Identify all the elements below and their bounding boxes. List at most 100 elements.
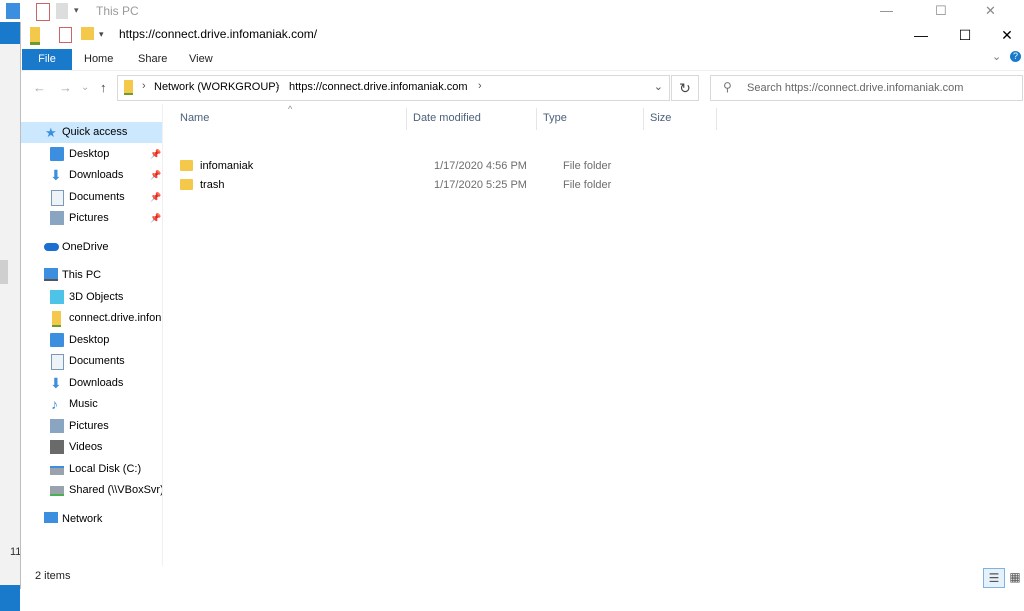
file-name[interactable]: infomaniak — [200, 160, 253, 172]
background-title-bar: ▾ This PC — ☐ ✕ — [0, 0, 1024, 23]
sidebar-item-label: OneDrive — [62, 241, 109, 253]
recent-locations-button[interactable]: ⌄ — [81, 82, 89, 93]
column-header-name[interactable]: Name — [180, 112, 209, 124]
window-title: https://connect.drive.infomaniak.com/ — [119, 27, 318, 41]
sidebar-item-onedrive[interactable]: OneDrive — [21, 237, 162, 258]
file-type: File folder — [563, 179, 612, 191]
sidebar-item-desktop[interactable]: Desktop 📌 — [21, 144, 162, 165]
details-view-button[interactable]: ☰ — [983, 568, 1005, 588]
address-dropdown-icon[interactable]: ⌄ — [654, 80, 663, 93]
back-button[interactable]: ← — [33, 80, 46, 95]
tab-share[interactable]: Share — [138, 53, 167, 65]
file-date: 1/17/2020 5:25 PM — [434, 179, 527, 191]
table-row[interactable]: trash 1/17/2020 5:25 PM File folder — [180, 176, 880, 195]
cloud-icon — [44, 243, 59, 251]
background-window-title: This PC — [96, 4, 139, 18]
documents-icon — [51, 354, 64, 370]
file-date: 1/17/2020 4:56 PM — [434, 160, 527, 172]
table-row[interactable]: infomaniak 1/17/2020 4:56 PM File folder — [180, 157, 880, 176]
sidebar-item-this-pc[interactable]: This PC — [21, 265, 162, 286]
column-divider[interactable] — [716, 108, 717, 130]
sidebar-item-videos[interactable]: Videos — [21, 437, 162, 458]
bg-file-tab[interactable] — [0, 22, 20, 44]
sidebar-item-label: 3D Objects — [69, 291, 124, 303]
sidebar-item-shared[interactable]: Shared (\\VBoxSvr) — [21, 480, 162, 501]
column-divider[interactable] — [643, 108, 644, 130]
sidebar-item-label: Shared (\\VBoxSvr) — [69, 484, 162, 496]
sidebar-item-downloads-pc[interactable]: ⬇ Downloads — [21, 373, 162, 394]
search-input[interactable]: Search https://connect.drive.infomaniak.… — [747, 82, 963, 94]
close-button[interactable]: ✕ — [987, 24, 1024, 46]
bg-maximize-icon[interactable]: ☐ — [935, 3, 947, 19]
documents-icon — [51, 190, 64, 206]
sidebar-item-documents-pc[interactable]: Documents — [21, 351, 162, 372]
address-separator-icon[interactable]: › — [142, 80, 146, 92]
search-box[interactable]: ⚲ Search https://connect.drive.infomania… — [710, 75, 1023, 101]
sidebar-item-label: Desktop — [69, 334, 110, 346]
sidebar-item-pictures[interactable]: Pictures 📌 — [21, 208, 162, 229]
up-button[interactable]: ↑ — [100, 80, 107, 95]
music-note-icon: ♪ — [51, 396, 58, 412]
address-separator-icon[interactable]: › — [276, 80, 280, 92]
customize-quick-access-icon[interactable]: ▾ — [99, 29, 104, 40]
column-divider[interactable] — [406, 108, 407, 130]
sidebar-item-network[interactable]: Network — [21, 509, 162, 530]
address-bar[interactable]: › Network (WORKGROUP) › https://connect.… — [117, 75, 670, 101]
expand-ribbon-icon[interactable]: ⌄ — [992, 50, 1001, 63]
title-bar: ▾ https://connect.drive.infomaniak.com/ … — [21, 22, 1024, 48]
tab-view[interactable]: View — [189, 53, 213, 65]
column-header-type[interactable]: Type — [543, 112, 567, 124]
sidebar-item-documents[interactable]: Documents 📌 — [21, 187, 162, 208]
breadcrumb-network[interactable]: Network (WORKGROUP) — [154, 81, 279, 93]
breadcrumb-connect-drive[interactable]: https://connect.drive.infomaniak.com — [289, 81, 468, 93]
sidebar-item-3d-objects[interactable]: 3D Objects — [21, 287, 162, 308]
sidebar-item-label: Pictures — [69, 420, 109, 432]
background-window-edge: 11 — [0, 22, 21, 611]
hard-drive-icon — [50, 466, 64, 475]
computer-icon — [44, 268, 58, 281]
bg-close-icon[interactable]: ✕ — [985, 3, 996, 19]
bg-minimize-icon[interactable]: — — [880, 3, 893, 18]
download-arrow-icon: ⬇ — [50, 167, 62, 183]
address-separator-icon[interactable]: › — [478, 80, 482, 92]
desktop-icon — [50, 147, 64, 161]
network-icon — [44, 512, 58, 523]
sidebar-item-label: Quick access — [62, 126, 128, 138]
sidebar-item-label: Documents — [69, 191, 125, 203]
tab-file[interactable]: File — [22, 49, 72, 70]
tab-home[interactable]: Home — [84, 53, 113, 65]
properties-icon — [36, 3, 50, 21]
download-arrow-icon: ⬇ — [50, 375, 62, 391]
sort-ascending-icon: ^ — [288, 104, 293, 114]
ribbon: File Home Share View ⌄ ? — [21, 48, 1024, 70]
status-bar: 2 items ☰ ▦ — [21, 566, 1024, 589]
sidebar-item-label: Pictures — [69, 212, 109, 224]
minimize-button[interactable]: — — [901, 24, 941, 46]
sidebar-item-downloads[interactable]: ⬇ Downloads 📌 — [21, 165, 162, 186]
column-header-date-modified[interactable]: Date modified — [413, 112, 481, 124]
sidebar-item-quick-access[interactable]: ★ Quick access — [21, 122, 162, 143]
file-name[interactable]: trash — [200, 179, 224, 191]
search-icon: ⚲ — [723, 80, 732, 94]
sidebar-item-desktop-pc[interactable]: Desktop — [21, 330, 162, 351]
pictures-icon — [50, 211, 64, 225]
properties-icon[interactable] — [59, 27, 72, 43]
file-list: ^ Name Date modified Type Size infomania… — [163, 104, 1024, 566]
sidebar-item-pictures-pc[interactable]: Pictures — [21, 416, 162, 437]
column-divider[interactable] — [536, 108, 537, 130]
help-icon[interactable]: ? — [1010, 51, 1021, 62]
pin-icon: 📌 — [150, 192, 162, 202]
maximize-button[interactable]: ☐ — [945, 24, 985, 46]
sidebar-item-label: Downloads — [69, 377, 124, 389]
sidebar-item-label: Local Disk (C:) — [69, 463, 142, 475]
large-icons-view-button[interactable]: ▦ — [1005, 568, 1024, 586]
forward-button[interactable]: → — [59, 80, 72, 95]
sidebar-item-local-disk[interactable]: Local Disk (C:) — [21, 459, 162, 480]
network-drive-icon — [52, 311, 61, 327]
column-header-size[interactable]: Size — [650, 112, 671, 124]
sidebar-item-connect-drive[interactable]: connect.drive.infon — [21, 308, 162, 329]
sidebar-item-music[interactable]: ♪ Music — [21, 394, 162, 415]
explorer-window: ▾ https://connect.drive.infomaniak.com/ … — [20, 22, 1024, 589]
new-folder-icon[interactable] — [81, 27, 94, 40]
refresh-button[interactable]: ↻ — [671, 75, 699, 101]
